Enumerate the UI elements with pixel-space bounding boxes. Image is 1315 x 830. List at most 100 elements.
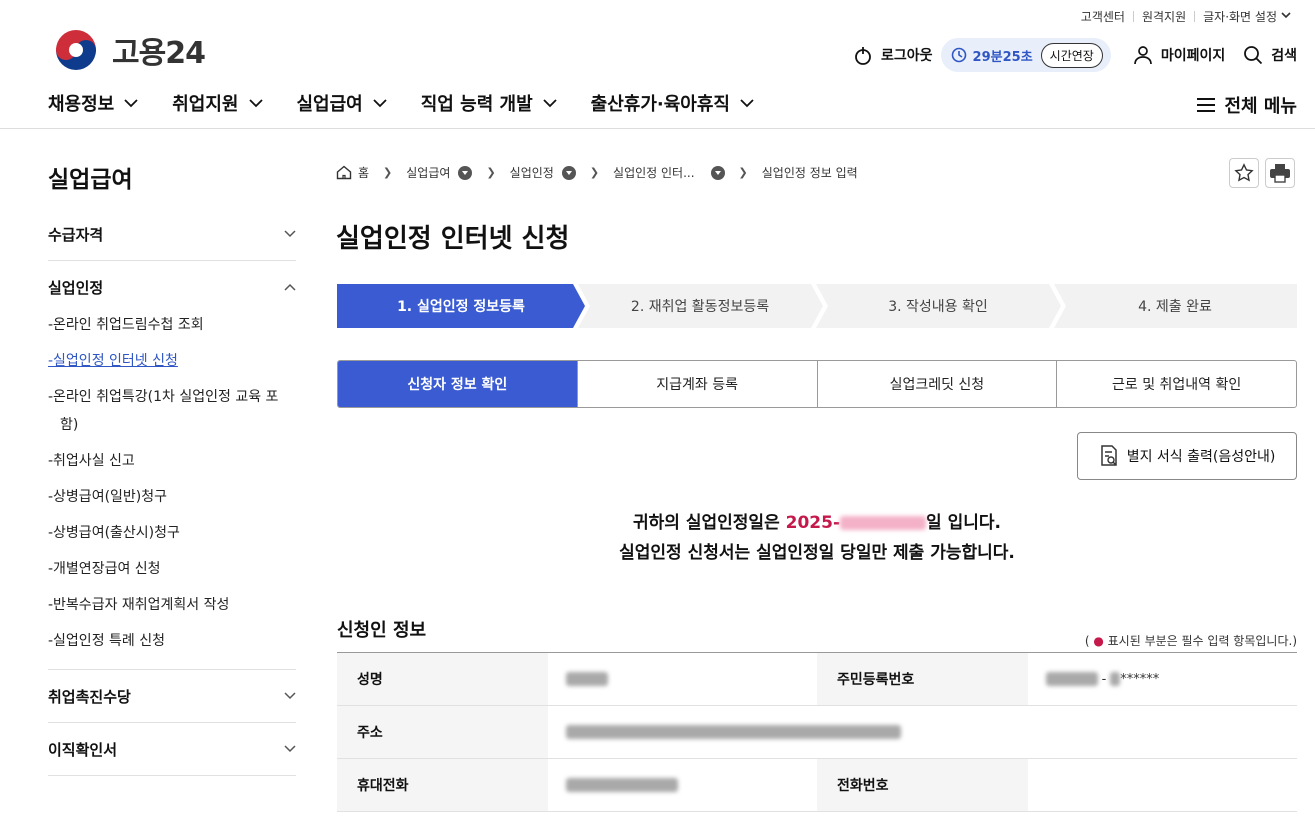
mypage-label: 마이페이지 [1160,48,1226,64]
logout-label: 로그아웃 [881,48,933,64]
sidebar-section-toggle[interactable]: 이직확인서 [48,739,296,759]
chevron-down-icon [284,230,296,238]
redacted-value [566,725,901,739]
section-label: 이직확인서 [48,740,118,759]
dropdown-icon[interactable] [561,165,576,180]
table-row: 주소 [337,706,1297,759]
redacted-value [565,778,678,792]
gnb-item-employment-support[interactable]: 취업지원 [172,90,263,116]
tab-applicant-info[interactable]: 신청자 정보 확인 [338,361,577,407]
gnb-item-parental-leave[interactable]: 출산휴가·육아휴직 [591,90,754,116]
sub-tabs: 신청자 정보 확인 지급계좌 등록 실업크레딧 신청 근로 및 취업내역 확인 [337,360,1297,408]
chevron-down-icon [373,98,387,107]
sidebar-section-certification: 실업인정 -온라인 취업드림수첩 조회 -실업인정 인터넷 신청 -온라인 취업… [48,277,296,663]
chevron-down-icon [124,98,138,107]
sidebar-section-toggle[interactable]: 수급자격 [48,224,296,244]
chevron-down-icon [284,692,296,700]
section-label: 실업인정 [48,278,104,297]
taegeuk-logo-icon [51,25,101,75]
chevron-down-icon[interactable] [1281,11,1291,22]
breadcrumb-item[interactable]: 실업인정 인터... [613,164,695,181]
gnb-label: 출산휴가·육아휴직 [590,94,730,115]
required-note: ( ● 표시된 부분은 필수 입력 항목입니다.) [1084,634,1297,648]
sidebar-item[interactable]: -실업인정 특례 신청 [48,627,296,655]
sidebar-sub-list: -온라인 취업드림수첩 조회 -실업인정 인터넷 신청 -온라인 취업특강(1차… [48,311,296,655]
sidebar-item[interactable]: -온라인 취업특강(1차 실업인정 교육 포함) [48,383,296,439]
section-label: 수급자격 [48,225,104,244]
sidebar-item[interactable]: -온라인 취업드림수첩 조회 [48,311,296,339]
breadcrumb-item[interactable]: 실업급여 [406,164,450,181]
gnb-item-skills[interactable]: 직업 능력 개발 [421,90,557,116]
breadcrumb-item[interactable]: 실업인정 [510,164,554,181]
star-icon [1234,163,1254,182]
sidebar-item-active[interactable]: -실업인정 인터넷 신청 [48,347,296,375]
value-rrn: - ****** [1028,653,1297,705]
divider [48,775,296,776]
gnb-label: 채용정보 [48,94,115,115]
gnb-label: 직업 능력 개발 [420,94,533,115]
print-form-button[interactable]: 별지 서식 출력(음성안내) [1077,432,1297,480]
rrn-mask: ****** [1120,671,1160,687]
search-button[interactable]: 검색 [1243,45,1297,65]
sidebar-section-toggle[interactable]: 실업인정 [48,277,296,297]
all-menu-button[interactable]: 전체 메뉴 [1196,92,1297,118]
site-logo[interactable]: 고용24 [50,24,206,76]
tab-work-history[interactable]: 근로 및 취업내역 확인 [1056,361,1296,407]
table-row: 휴대전화 전화번호 [337,759,1297,812]
value-name [548,653,817,705]
divider [48,722,296,723]
chevron-down-icon [248,98,263,107]
sidebar-section-toggle[interactable]: 취업촉진수당 [48,686,296,706]
sidebar-item[interactable]: -반복수급자 재취업계획서 작성 [48,591,296,619]
print-form-label: 별지 서식 출력(음성안내) [1126,449,1276,465]
display-settings-link[interactable]: 글자·화면 설정 [1203,8,1277,25]
chevron-down-icon [740,98,754,107]
home-icon[interactable] [336,165,352,180]
logout-button[interactable]: 로그아웃 [853,44,933,66]
search-label: 검색 [1271,48,1297,64]
sidebar-item[interactable]: -상병급여(출산시)청구 [48,519,296,547]
page-title: 실업인정 인터넷 신청 [336,224,570,254]
applicant-info-table: 성명 주민등록번호 - ****** 주소 휴대전화 전화번호 [337,652,1297,812]
chevron-right-icon: ❯ [486,166,496,179]
header-divider [0,128,1315,129]
certification-date-notice: 귀하의 실업인정일은 2025- 일 입니다. [337,508,1297,533]
customer-center-link[interactable]: 고객센터 [1081,8,1125,25]
step-4: 4. 제출 완료 [1138,299,1212,315]
chevron-right-icon: ❯ [383,166,393,179]
mypage-button[interactable]: 마이페이지 [1133,45,1225,65]
breadcrumb: 홈 ❯ 실업급여 ❯ 실업인정 ❯ 실업인정 인터... ❯ 실업인정 정보 입… [336,164,858,181]
notice-text: 일 입니다. [926,513,1001,533]
gnb-label: 취업지원 [172,94,239,115]
favorite-button[interactable] [1229,158,1259,188]
label-name: 성명 [337,653,548,705]
breadcrumb-current: 실업인정 정보 입력 [761,166,858,180]
utility-menu: 고객센터 원격지원 글자·화면 설정 [1081,8,1291,25]
sidebar-item[interactable]: -개별연장급여 신청 [48,555,296,583]
global-nav: 채용정보 취업지원 실업급여 직업 능력 개발 출산휴가·육아휴직 [48,90,788,116]
redacted-date [840,516,927,530]
breadcrumb-home[interactable]: 홈 [358,164,369,181]
tab-bank-account[interactable]: 지급계좌 등록 [576,361,817,407]
extend-time-button[interactable]: 시간연장 [1040,42,1103,68]
tab-unemployment-credit[interactable]: 실업크레딧 신청 [816,361,1057,407]
dropdown-icon[interactable] [458,165,473,180]
dropdown-icon[interactable] [710,165,725,180]
submission-notice: 실업인정 신청서는 실업인정일 당일만 제출 가능합니다. [619,543,1015,563]
step-1-active: 1. 실업인정 정보등록 [397,299,525,315]
logo-text: 고용24 [112,36,206,71]
chevron-down-icon [284,745,296,753]
sidebar-item[interactable]: -취업사실 신고 [48,447,296,475]
label-rrn: 주민등록번호 [817,653,1028,705]
print-page-button[interactable] [1265,158,1295,188]
all-menu-label: 전체 메뉴 [1224,96,1297,117]
sidebar-item[interactable]: -상병급여(일반)청구 [48,483,296,511]
label-phone: 전화번호 [817,759,1028,811]
remote-support-link[interactable]: 원격지원 [1142,8,1186,25]
gnb-item-unemployment-benefit[interactable]: 실업급여 [297,90,387,116]
chevron-up-icon [284,283,296,291]
progress-steps: 1. 실업인정 정보등록 2. 재취업 활동정보등록 3. 작성내용 확인 4.… [337,284,1297,328]
value-phone [1028,759,1297,811]
gnb-item-jobs[interactable]: 채용정보 [48,90,138,116]
hamburger-icon [1197,98,1216,112]
